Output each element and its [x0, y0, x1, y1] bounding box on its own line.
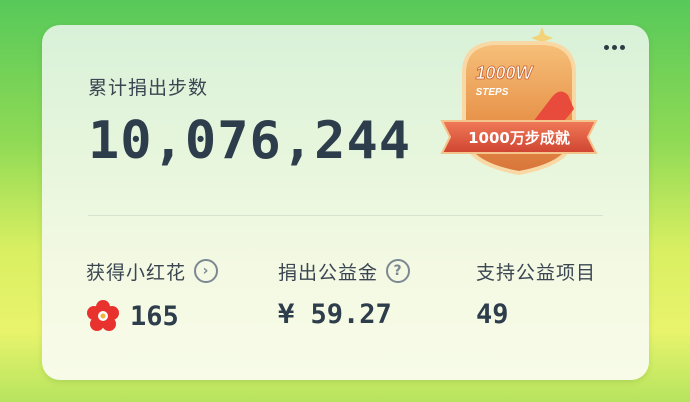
chevron-right-icon[interactable]: › — [194, 259, 219, 283]
badge-sub-text: STEPS — [476, 87, 509, 98]
total-steps-label: 累计捐出步数 — [88, 77, 209, 99]
divider — [88, 215, 603, 216]
steps-summary-card: 累计捐出步数 10,076,244 1000W STEPS 1000万步成就 获… — [42, 25, 649, 380]
stat-projects: 支持公益项目 49 — [476, 257, 597, 331]
flowers-label: 获得小红花 — [86, 261, 187, 284]
badge-top-text: 1000W — [475, 63, 534, 83]
donated-label: 捐出公益金 — [278, 261, 379, 284]
projects-value: 49 — [476, 299, 509, 330]
donated-value: ¥ 59.27 — [278, 299, 392, 330]
red-flower-icon — [87, 300, 119, 331]
projects-label: 支持公益项目 — [476, 261, 597, 284]
question-icon[interactable]: ? — [386, 259, 411, 283]
flowers-value: 165 — [130, 300, 179, 332]
total-steps-value: 10,076,244 — [88, 111, 412, 171]
achievement-badge[interactable]: 1000W STEPS 1000万步成就 — [434, 25, 604, 183]
badge-ribbon-text: 1000万步成就 — [468, 129, 570, 147]
stat-flowers[interactable]: 获得小红花 › 165 — [86, 257, 219, 333]
stat-donated: 捐出公益金 ? ¥ 59.27 — [278, 257, 411, 330]
more-icon — [603, 44, 609, 50]
